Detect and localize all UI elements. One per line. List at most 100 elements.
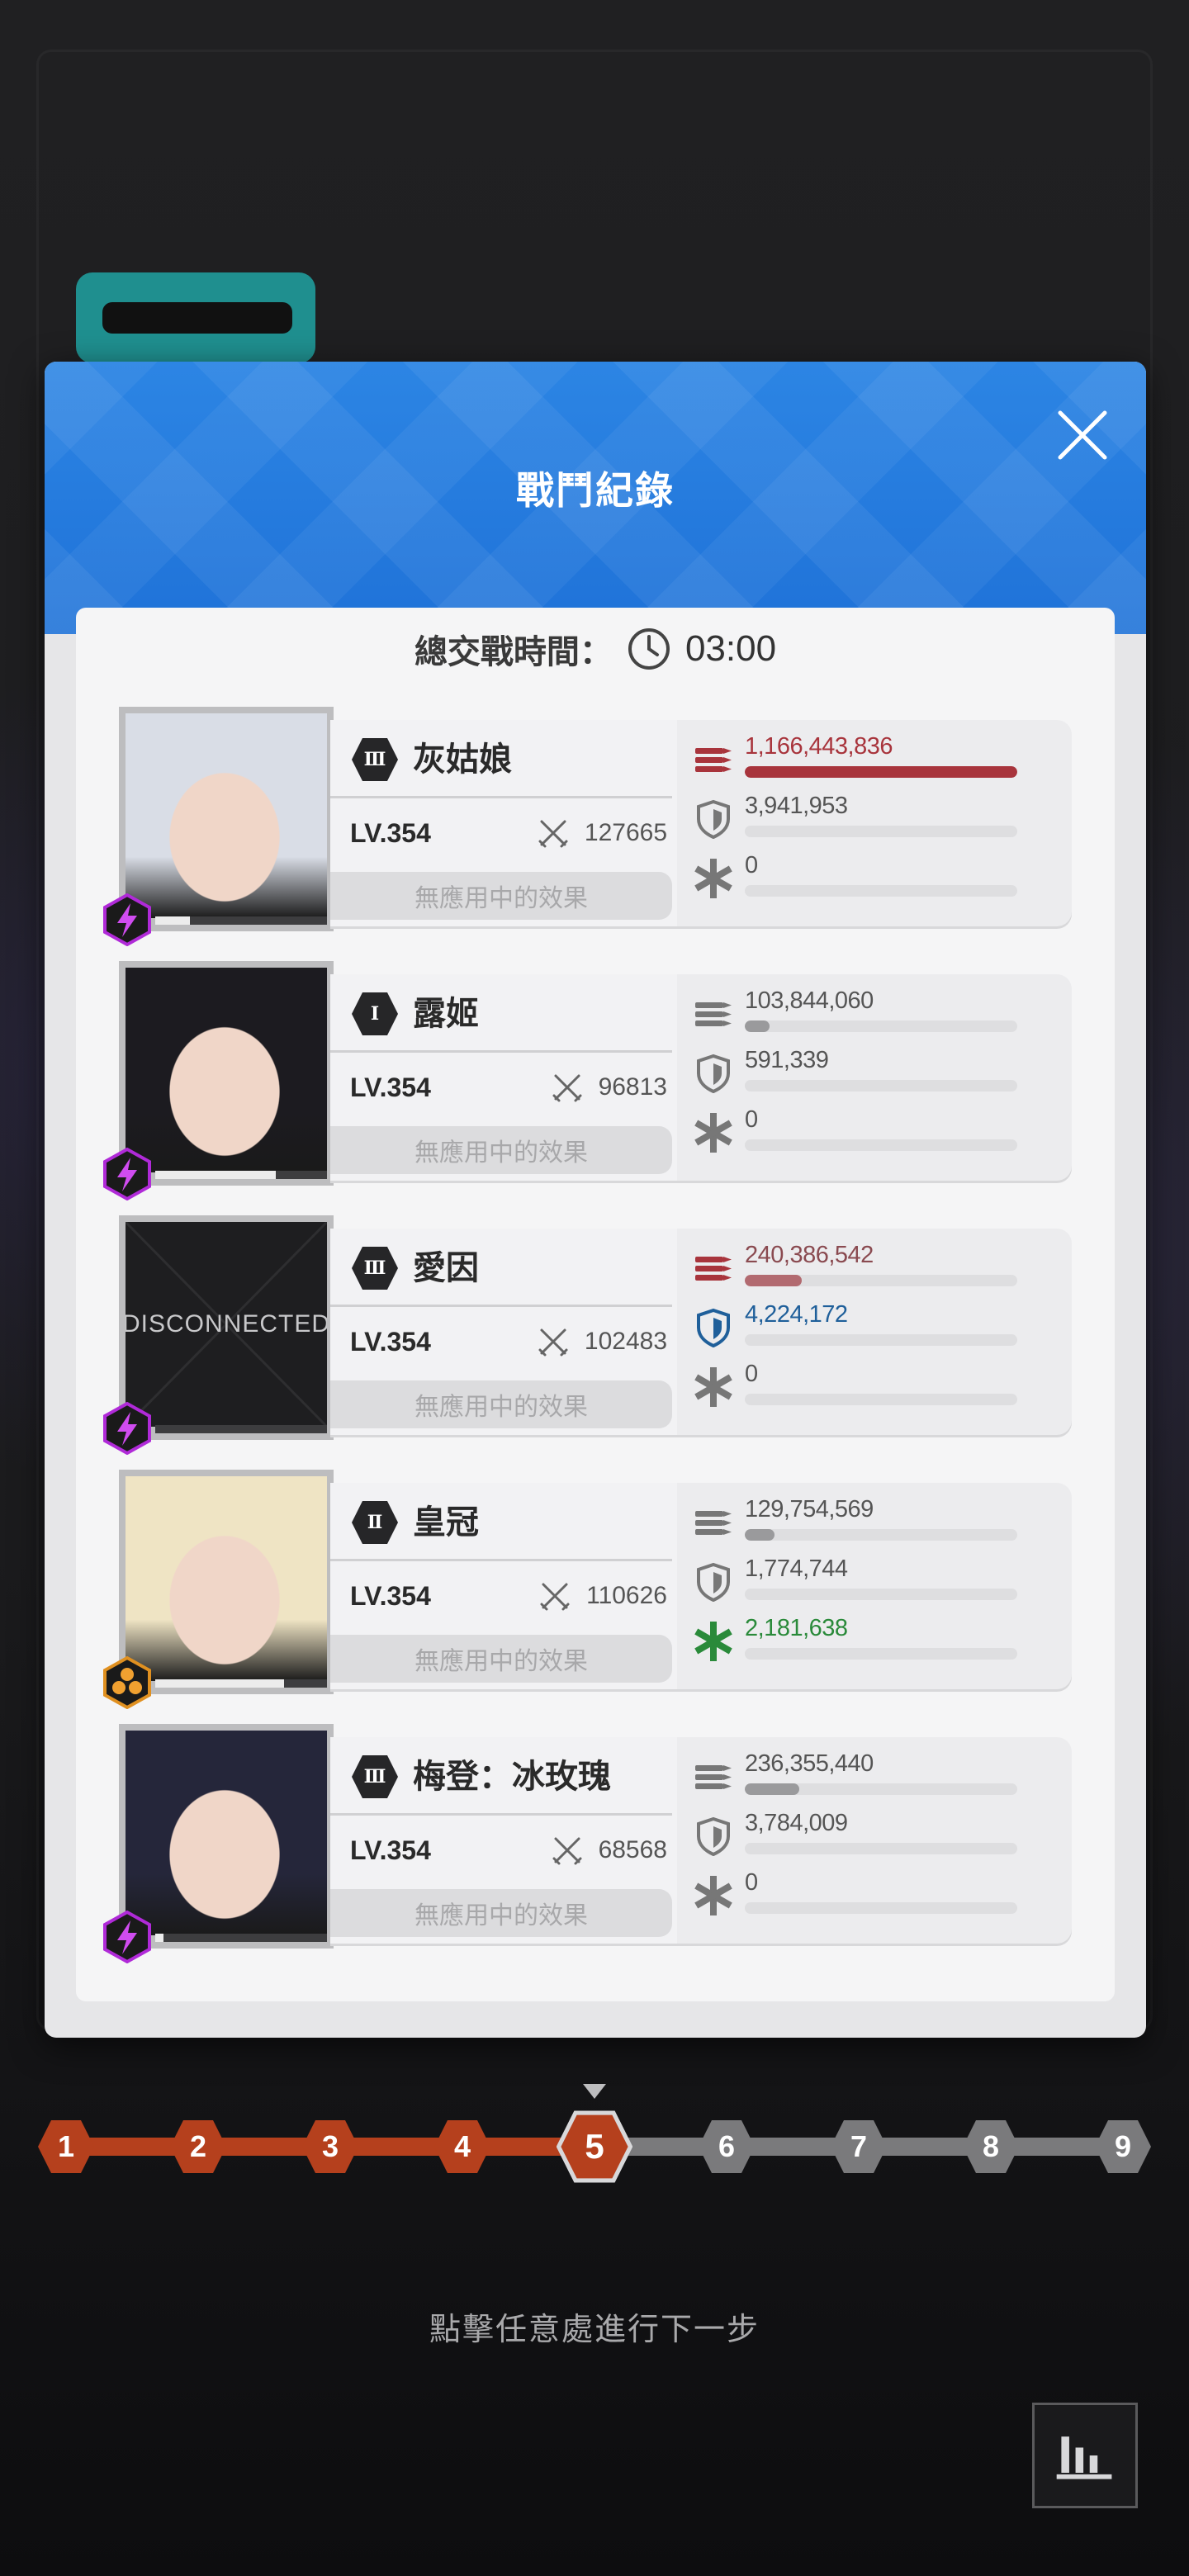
bar-chart-icon xyxy=(1056,2436,1112,2479)
stage-node-7: 7 xyxy=(829,2117,888,2176)
hp-bar xyxy=(155,1425,327,1433)
shield-icon xyxy=(697,1054,730,1093)
damage-taken: 3,941,953 xyxy=(694,789,1032,847)
bullets-icon xyxy=(695,1002,732,1026)
heal-icon xyxy=(694,1367,732,1407)
character-name: 愛因 xyxy=(413,1249,479,1287)
character-record[interactable]: DISCONNECTED Ⅲ 愛因 LV.354 102483 無應用中的效果 … xyxy=(103,1215,1072,1455)
hp-bar xyxy=(155,1171,327,1179)
damage-taken-value: 3,784,009 xyxy=(745,1810,848,1836)
crossed-swords-icon xyxy=(552,1074,582,1102)
damage-dealt-value: 1,166,443,836 xyxy=(745,733,893,760)
damage-taken-bar xyxy=(745,1080,1017,1091)
burst-rank-badge: Ⅲ xyxy=(350,1245,400,1291)
kill-count-value: 127665 xyxy=(584,819,667,846)
shield-icon xyxy=(697,1308,730,1347)
burst-rank-badge: Ⅲ xyxy=(350,736,400,783)
damage-taken-value: 591,339 xyxy=(745,1047,829,1073)
battle-stats: 240,386,542 4,224,172 0 xyxy=(694,1238,1032,1428)
shield-icon xyxy=(697,1562,730,1602)
healing-done-value: 0 xyxy=(745,1361,758,1387)
record-info: Ⅱ 皇冠 LV.354 110626 無應用中的效果 129,754,569 1… xyxy=(330,1483,1072,1689)
stage-node-4: 4 xyxy=(433,2117,492,2176)
record-panel: 總交戰時間： 03:00 Ⅲ 灰姑娘 LV.354 127665 無應用中的效果… xyxy=(76,608,1115,2001)
active-effects: 無應用中的效果 xyxy=(330,1380,672,1428)
character-record[interactable]: Ⅲ 灰姑娘 LV.354 127665 無應用中的效果 1,166,443,83… xyxy=(103,707,1072,946)
modal-title: 戰鬥紀錄 xyxy=(516,468,675,513)
close-button[interactable] xyxy=(1045,398,1120,472)
burst-rank: Ⅱ xyxy=(367,1512,383,1533)
character-record[interactable]: Ⅲ 梅登：冰玫瑰 LV.354 68568 無應用中的效果 236,355,44… xyxy=(103,1724,1072,1963)
healing-done-bar xyxy=(745,1648,1017,1660)
crossed-swords-icon xyxy=(540,1583,570,1611)
stage-node-2: 2 xyxy=(168,2117,228,2176)
background-tag xyxy=(76,272,315,363)
burst-rank: Ⅲ xyxy=(363,749,386,770)
healing-done-value: 0 xyxy=(745,1869,758,1896)
character-name: 露姬 xyxy=(413,995,479,1033)
heal-icon xyxy=(694,1113,732,1153)
battle-stats: 103,844,060 591,339 0 xyxy=(694,984,1032,1174)
stage-node-5: 5 xyxy=(557,2109,632,2185)
damage-dealt-bar xyxy=(745,766,1017,778)
current-stage-pointer xyxy=(583,2084,606,2099)
healing-done: 0 xyxy=(694,1103,1032,1161)
character-name: 皇冠 xyxy=(413,1503,479,1541)
character-portrait xyxy=(126,713,327,918)
active-effects: 無應用中的效果 xyxy=(330,872,672,920)
damage-taken-value: 4,224,172 xyxy=(745,1301,848,1328)
stage-node-8: 8 xyxy=(961,2117,1021,2176)
damage-taken: 1,774,744 xyxy=(694,1552,1032,1610)
damage-dealt-value: 129,754,569 xyxy=(745,1496,874,1522)
damage-dealt: 236,355,440 xyxy=(694,1747,1032,1805)
active-effects: 無應用中的效果 xyxy=(330,1635,672,1683)
electric-element-icon xyxy=(103,1402,151,1455)
healing-done-value: 2,181,638 xyxy=(745,1615,848,1641)
healing-done-bar xyxy=(745,1902,1017,1914)
kill-count: 96813 xyxy=(551,1067,667,1108)
character-level: LV.354 xyxy=(350,818,431,848)
statistics-button[interactable] xyxy=(1032,2403,1138,2508)
fire-element-icon xyxy=(103,1656,151,1709)
damage-dealt: 129,754,569 xyxy=(694,1493,1032,1551)
kill-count: 102483 xyxy=(537,1321,667,1362)
damage-dealt: 1,166,443,836 xyxy=(694,730,1032,788)
damage-dealt-bar xyxy=(745,1275,1017,1286)
close-icon xyxy=(1058,410,1107,460)
battle-time-value: 03:00 xyxy=(685,628,777,669)
divider xyxy=(330,1813,672,1816)
hp-bar xyxy=(155,916,327,925)
healing-done: 0 xyxy=(694,1866,1032,1924)
character-level: LV.354 xyxy=(350,1581,431,1611)
character-portrait xyxy=(126,968,327,1172)
battle-stats: 1,166,443,836 3,941,953 0 xyxy=(694,730,1032,920)
shield-icon xyxy=(697,1816,730,1856)
healing-done: 0 xyxy=(694,849,1032,907)
character-info: Ⅲ 灰姑娘 LV.354 127665 無應用中的效果 xyxy=(330,720,677,926)
bullets-icon xyxy=(695,1257,732,1281)
bullets-icon xyxy=(695,1765,732,1789)
kill-count: 127665 xyxy=(537,812,667,854)
record-info: Ⅲ 梅登：冰玫瑰 LV.354 68568 無應用中的效果 236,355,44… xyxy=(330,1737,1072,1944)
stage-node-6: 6 xyxy=(697,2117,756,2176)
hp-bar xyxy=(155,1679,327,1688)
crossed-swords-icon xyxy=(552,1837,582,1865)
healing-done-value: 0 xyxy=(745,1106,758,1133)
divider xyxy=(330,796,672,798)
healing-done: 0 xyxy=(694,1357,1032,1415)
stage-node-1: 1 xyxy=(36,2117,96,2176)
total-battle-time: 總交戰時間： 03:00 xyxy=(76,608,1115,690)
battle-time-label: 總交戰時間： xyxy=(414,633,613,671)
character-info: Ⅱ 皇冠 LV.354 110626 無應用中的效果 xyxy=(330,1483,677,1689)
disconnected-portrait: DISCONNECTED xyxy=(126,1222,327,1427)
character-record[interactable]: Ⅱ 皇冠 LV.354 110626 無應用中的效果 129,754,569 1… xyxy=(103,1470,1072,1709)
healing-done-bar xyxy=(745,1139,1017,1151)
character-portrait xyxy=(126,1731,327,1935)
damage-dealt-bar xyxy=(745,1020,1017,1032)
active-effects: 無應用中的效果 xyxy=(330,1126,672,1174)
electric-element-icon xyxy=(103,893,151,946)
character-record[interactable]: Ⅰ 露姬 LV.354 96813 無應用中的效果 103,844,060 59… xyxy=(103,961,1072,1200)
damage-dealt-value: 240,386,542 xyxy=(745,1242,874,1268)
tap-to-continue-hint[interactable]: 點擊任意處進行下一步 xyxy=(0,2304,1189,2349)
kill-count: 68568 xyxy=(551,1830,667,1871)
